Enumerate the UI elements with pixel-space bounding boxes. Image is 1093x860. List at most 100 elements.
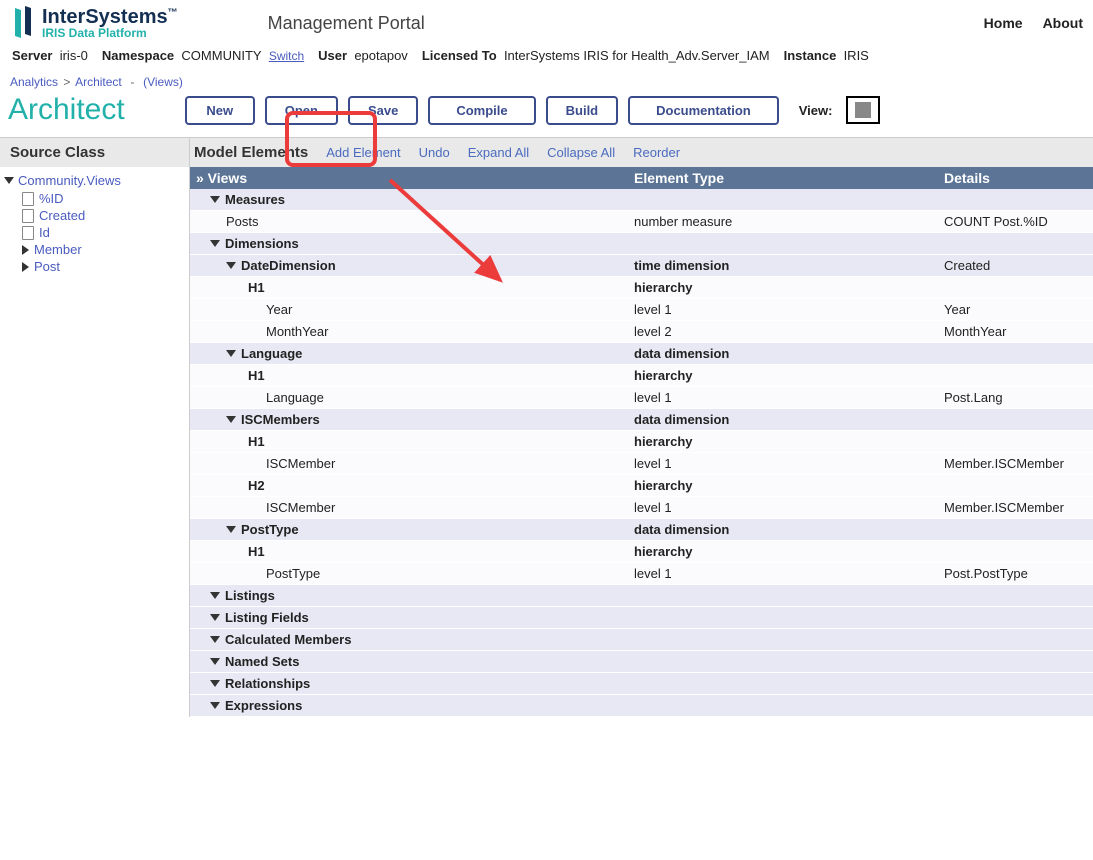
breadcrumb: Analytics > Architect - (Views) <box>0 73 1093 91</box>
tree-item-id[interactable]: %ID <box>4 190 189 207</box>
row-name: H1 <box>248 368 265 383</box>
grid-row[interactable]: H2hierarchy <box>190 475 1093 497</box>
view-mode-toggle[interactable] <box>846 96 880 124</box>
documentation-button[interactable]: Documentation <box>628 96 779 125</box>
undo-action[interactable]: Undo <box>419 145 450 160</box>
grid-row[interactable]: Language level 1Post.Lang <box>190 387 1093 409</box>
compile-button[interactable]: Compile <box>428 96 535 125</box>
brand-logo: InterSystems™ IRIS Data Platform <box>10 6 178 40</box>
row-details <box>936 373 1093 379</box>
row-type <box>626 681 936 687</box>
row-name: Year <box>266 302 292 317</box>
chevron-down-icon <box>4 177 14 184</box>
grid-row[interactable]: Listings <box>190 585 1093 607</box>
add-element-action[interactable]: Add Element <box>326 145 400 160</box>
page-icon <box>22 226 34 240</box>
grid-row[interactable]: H1hierarchy <box>190 541 1093 563</box>
row-name: Named Sets <box>225 654 299 669</box>
brand-subtitle: IRIS Data Platform <box>42 27 178 39</box>
source-class-tree: Community.Views %ID Created Id Member Po… <box>0 167 190 717</box>
tree-item-member[interactable]: Member <box>4 241 189 258</box>
tree-item-id2[interactable]: Id <box>4 224 189 241</box>
row-details <box>936 439 1093 445</box>
row-type: level 1 <box>626 299 936 320</box>
row-details <box>936 241 1093 247</box>
new-button[interactable]: New <box>185 96 255 125</box>
row-name: DateDimension <box>241 258 336 273</box>
switch-namespace-link[interactable]: Switch <box>269 49 304 63</box>
row-name: ISCMembers <box>241 412 320 427</box>
grid-row[interactable]: Dimensions <box>190 233 1093 255</box>
row-details <box>936 659 1093 665</box>
chevron-down-icon <box>226 526 236 533</box>
row-details <box>936 637 1093 643</box>
row-type: level 1 <box>626 387 936 408</box>
row-details <box>936 417 1093 423</box>
grid-row[interactable]: MonthYearlevel 2MonthYear <box>190 321 1093 343</box>
grid-row[interactable]: Languagedata dimension <box>190 343 1093 365</box>
tree-item-created[interactable]: Created <box>4 207 189 224</box>
grid-row[interactable]: ISCMemberlevel 1Member.ISCMember <box>190 497 1093 519</box>
row-name: Language <box>266 390 324 405</box>
open-button[interactable]: Open <box>265 96 338 125</box>
row-details <box>936 527 1093 533</box>
about-link[interactable]: About <box>1043 15 1083 31</box>
chevron-down-icon <box>210 614 220 621</box>
row-type: number measure <box>626 211 936 232</box>
grid-row[interactable]: H1hierarchy <box>190 365 1093 387</box>
server-infobar: Server iris-0 Namespace COMMUNITY Switch… <box>0 44 1093 73</box>
grid-header-type: Element Type <box>626 167 936 189</box>
build-button[interactable]: Build <box>546 96 619 125</box>
row-details: Post.PostType <box>936 563 1093 584</box>
grid-row[interactable]: Yearlevel 1Year <box>190 299 1093 321</box>
row-details <box>936 285 1093 291</box>
row-name: H2 <box>248 478 265 493</box>
title-toolbar: Architect New Open Save Compile Build Do… <box>0 91 1093 137</box>
model-elements-header: Model Elements <box>194 144 308 161</box>
chevron-down-icon <box>210 680 220 687</box>
grid-row[interactable]: H1hierarchy <box>190 277 1093 299</box>
expand-all-action[interactable]: Expand All <box>468 145 529 160</box>
breadcrumb-analytics[interactable]: Analytics <box>10 75 58 89</box>
grid-row[interactable]: Calculated Members <box>190 629 1093 651</box>
grid-row[interactable]: ISCMembersdata dimension <box>190 409 1093 431</box>
row-details <box>936 681 1093 687</box>
row-type <box>626 197 936 203</box>
row-type: hierarchy <box>626 277 936 298</box>
tree-root-node[interactable]: Community.Views <box>4 171 189 190</box>
grid-row[interactable]: Postsnumber measureCOUNT Post.%ID <box>190 211 1093 233</box>
chevron-down-icon <box>210 636 220 643</box>
model-elements-grid: » Views Element Type Details MeasuresPos… <box>190 167 1093 717</box>
chevron-down-icon <box>210 702 220 709</box>
grid-row[interactable]: ISCMemberlevel 1Member.ISCMember <box>190 453 1093 475</box>
collapse-all-action[interactable]: Collapse All <box>547 145 615 160</box>
row-name: H1 <box>248 544 265 559</box>
row-type: data dimension <box>626 343 936 364</box>
row-details <box>936 703 1093 709</box>
row-name: Listing Fields <box>225 610 309 625</box>
row-type <box>626 593 936 599</box>
row-name: PostType <box>241 522 299 537</box>
chevron-down-icon <box>210 240 220 247</box>
grid-row[interactable]: PostTypelevel 1Post.PostType <box>190 563 1093 585</box>
row-name: PostType <box>266 566 320 581</box>
row-name: Expressions <box>225 698 302 713</box>
row-details: COUNT Post.%ID <box>936 211 1093 232</box>
row-details: Post.Lang <box>936 387 1093 408</box>
grid-row[interactable]: Listing Fields <box>190 607 1093 629</box>
grid-row[interactable]: Expressions <box>190 695 1093 717</box>
chevron-down-icon <box>210 658 220 665</box>
save-button[interactable]: Save <box>348 96 418 125</box>
reorder-action[interactable]: Reorder <box>633 145 680 160</box>
grid-row[interactable]: H1hierarchy <box>190 431 1093 453</box>
grid-row[interactable]: Named Sets <box>190 651 1093 673</box>
row-details <box>936 593 1093 599</box>
grid-row[interactable]: PostTypedata dimension <box>190 519 1093 541</box>
grid-row[interactable]: DateDimensiontime dimensionCreated <box>190 255 1093 277</box>
grid-row[interactable]: Relationships <box>190 673 1093 695</box>
breadcrumb-architect[interactable]: Architect <box>75 75 122 89</box>
tree-item-post[interactable]: Post <box>4 258 189 275</box>
row-type <box>626 615 936 621</box>
grid-row[interactable]: Measures <box>190 189 1093 211</box>
home-link[interactable]: Home <box>984 15 1023 31</box>
